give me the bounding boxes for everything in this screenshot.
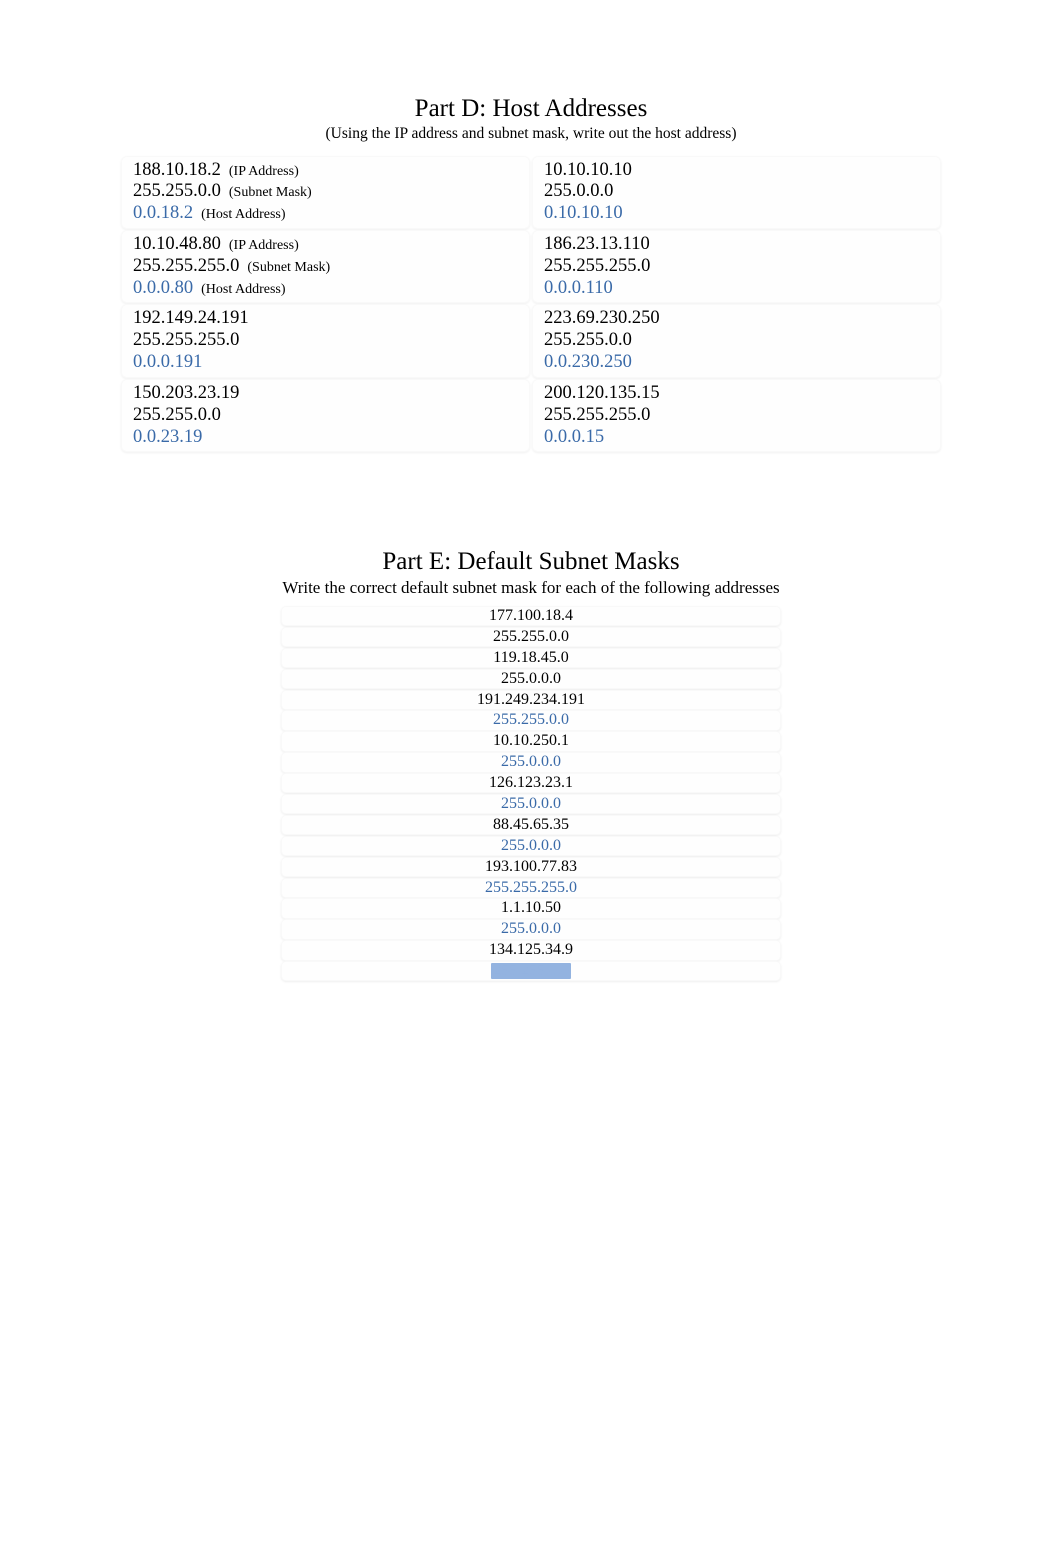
ip-address-value: 10.10.48.80(IP Address) [133,234,522,256]
address-value: 10.10.250.1 [281,731,781,751]
selected-text[interactable]: 255.255.0.0 [491,963,571,979]
subnet-mask-value: 255.255.0.0 [544,330,933,352]
subnet-mask-value: 255.255.255.0 [544,405,933,427]
subnet-mask-value: 255.255.255.0 [544,256,933,278]
host-address-label: (Host Address) [201,207,285,222]
subnet-mask-value: 255.255.255.0 [133,330,522,352]
ip-address-label: (IP Address) [229,238,299,253]
part-e-title: Part E: Default Subnet Masks [120,548,942,576]
default-mask-value: 255.0.0.0 [281,919,781,939]
default-mask-value: 255.0.0.0 [281,669,781,689]
part-e-section: Part E: Default Subnet Masks Write the c… [120,548,942,982]
part-d-title: Part D: Host Addresses [120,95,942,123]
host-address-value: 0.0.0.191 [133,352,522,374]
default-mask-value: 255.255.0.0 [281,710,781,730]
default-mask-value: 255.0.0.0 [281,752,781,772]
address-value: 193.100.77.83 [281,857,781,877]
ip-address-value: 188.10.18.2(IP Address) [133,160,522,182]
ip-address-label: (IP Address) [229,164,299,179]
subnet-mask-label: (Subnet Mask) [229,185,312,200]
subnet-mask-value: 255.255.0.0 [133,405,522,427]
default-mask-value: 255.0.0.0 [281,794,781,814]
subnet-mask-label: (Subnet Mask) [247,260,330,275]
host-address-value: 0.0.0.80(Host Address) [133,278,522,300]
ip-address-value: 186.23.13.110 [544,234,933,256]
host-address-cell: 10.10.10.10255.0.0.00.10.10.10 [532,156,941,229]
default-mask-value: 255.0.0.0 [281,836,781,856]
host-address-value: 0.0.23.19 [133,427,522,449]
ip-address-value: 192.149.24.191 [133,308,522,330]
address-value: 1.1.10.50 [281,898,781,918]
ip-address-value: 200.120.135.15 [544,383,933,405]
address-value: 177.100.18.4 [281,606,781,626]
subnet-mask-value: 255.0.0.0 [544,181,933,203]
host-address-cell: 188.10.18.2(IP Address)255.255.0.0(Subne… [121,156,530,229]
subnet-mask-value: 255.255.0.0(Subnet Mask) [133,181,522,203]
ip-address-value: 10.10.10.10 [544,160,933,182]
ip-address-value: 223.69.230.250 [544,308,933,330]
default-mask-value: 255.255.0.0 [281,961,781,981]
address-value: 119.18.45.0 [281,648,781,668]
ip-address-value: 150.203.23.19 [133,383,522,405]
part-d-grid: 188.10.18.2(IP Address)255.255.0.0(Subne… [120,155,942,453]
host-address-cell: 192.149.24.191255.255.255.00.0.0.191 [121,304,530,377]
default-mask-value: 255.255.255.0 [281,878,781,898]
host-address-value: 0.0.230.250 [544,352,933,374]
subnet-mask-value: 255.255.255.0(Subnet Mask) [133,256,522,278]
part-d-subtitle: (Using the IP address and subnet mask, w… [120,125,942,143]
address-value: 88.45.65.35 [281,815,781,835]
host-address-value: 0.0.18.2(Host Address) [133,203,522,225]
host-address-value: 0.0.0.110 [544,278,933,300]
address-value: 134.125.34.9 [281,940,781,960]
address-value: 191.249.234.191 [281,690,781,710]
default-mask-value: 255.255.0.0 [281,627,781,647]
part-e-list: 177.100.18.4255.255.0.0119.18.45.0255.0.… [281,606,781,982]
host-address-cell: 223.69.230.250255.255.0.00.0.230.250 [532,304,941,377]
host-address-cell: 150.203.23.19255.255.0.00.0.23.19 [121,379,530,452]
host-address-cell: 200.120.135.15255.255.255.00.0.0.15 [532,379,941,452]
part-d-section: Part D: Host Addresses (Using the IP add… [120,95,942,453]
part-e-subtitle: Write the correct default subnet mask fo… [120,578,942,598]
host-address-cell: 186.23.13.110255.255.255.00.0.0.110 [532,230,941,303]
host-address-label: (Host Address) [201,282,285,297]
host-address-cell: 10.10.48.80(IP Address)255.255.255.0(Sub… [121,230,530,303]
address-value: 126.123.23.1 [281,773,781,793]
host-address-value: 0.0.0.15 [544,427,933,449]
host-address-value: 0.10.10.10 [544,203,933,225]
